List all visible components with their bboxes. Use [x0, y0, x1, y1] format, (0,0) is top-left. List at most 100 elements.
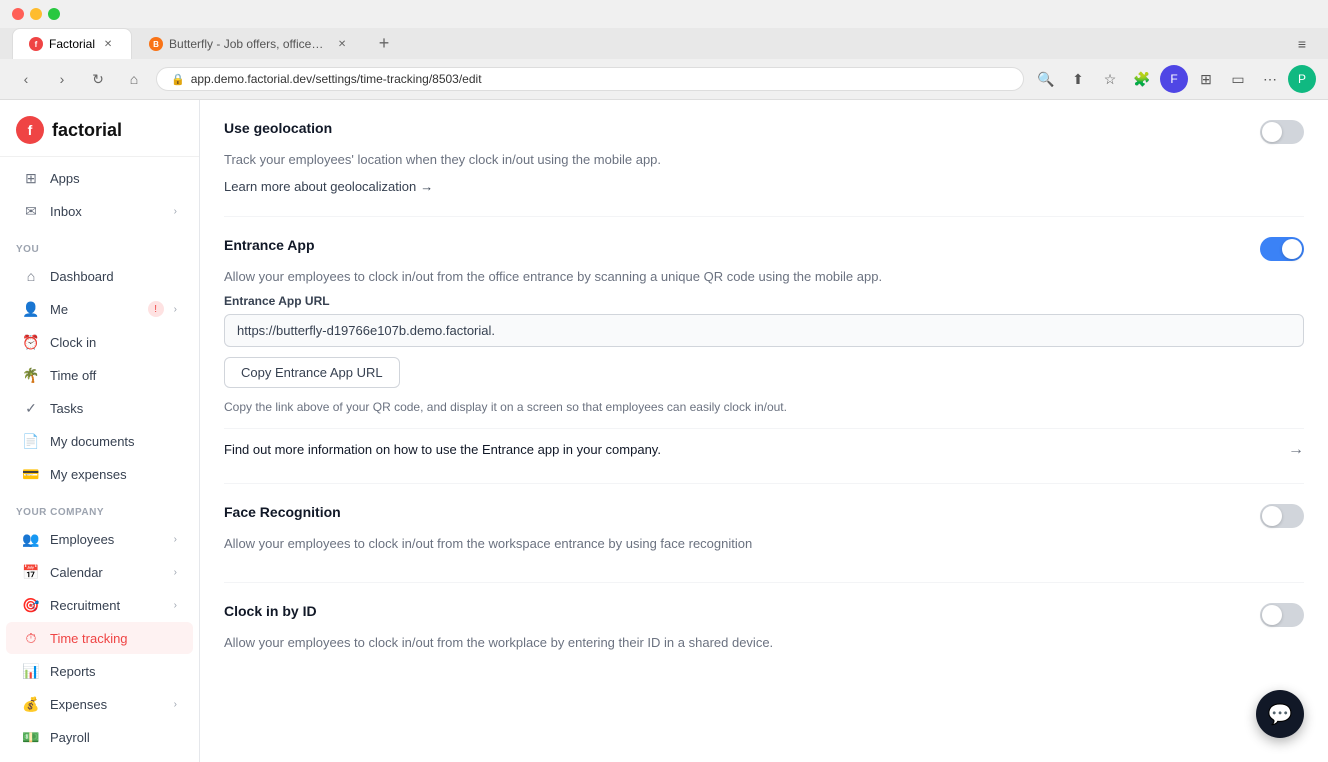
sidebar-item-my-documents[interactable]: 📄 My documents — [6, 425, 193, 457]
tab-butterfly-label: Butterfly - Job offers, offices a... — [169, 37, 329, 51]
sidebar-item-dashboard-label: Dashboard — [50, 269, 177, 284]
home-button[interactable]: ⌂ — [120, 65, 148, 93]
bookmark-icon[interactable]: ☆ — [1096, 65, 1124, 93]
clock-in-by-id-header: Clock in by ID — [224, 603, 1304, 627]
sidebar-item-tasks[interactable]: ✓ Tasks — [6, 392, 193, 424]
face-recognition-header: Face Recognition — [224, 504, 1304, 528]
settings-content: Use geolocation Track your employees' lo… — [200, 100, 1328, 680]
logo-text: factorial — [52, 120, 122, 141]
new-tab-button[interactable]: + — [370, 30, 398, 58]
maximize-window-button[interactable] — [48, 8, 60, 20]
geolocation-learn-more-link[interactable]: Learn more about geolocalization → — [224, 179, 433, 194]
face-recognition-toggle[interactable] — [1260, 504, 1304, 528]
address-bar[interactable]: 🔒 app.demo.factorial.dev/settings/time-t… — [156, 67, 1024, 91]
main-content: Use geolocation Track your employees' lo… — [200, 100, 1328, 762]
sidebar-item-documents[interactable]: 📁 Documents › — [6, 754, 193, 762]
sidebar-company-section: Your Company 👥 Employees › 📅 Calendar › … — [0, 495, 199, 762]
me-icon: 👤 — [22, 300, 40, 318]
tab-butterfly[interactable]: B Butterfly - Job offers, offices a... ✕ — [132, 28, 366, 59]
face-recognition-title: Face Recognition — [224, 504, 341, 520]
sidebar-item-apps-label: Apps — [50, 171, 177, 186]
forward-button[interactable]: › — [48, 65, 76, 93]
entrance-app-toggle[interactable] — [1260, 237, 1304, 261]
sidebar-item-apps[interactable]: ⊞ Apps — [6, 162, 193, 194]
sidebar-item-time-tracking[interactable]: ⏱ Time tracking — [6, 622, 193, 654]
search-icon[interactable]: 🔍 — [1032, 65, 1060, 93]
clock-in-by-id-title: Clock in by ID — [224, 603, 317, 619]
sidebar-item-inbox-label: Inbox — [50, 204, 164, 219]
my-documents-icon: 📄 — [22, 432, 40, 450]
svg-text:f: f — [28, 122, 33, 138]
sidebar-item-dashboard[interactable]: ⌂ Dashboard — [6, 260, 193, 292]
sidebar-item-reports[interactable]: 📊 Reports — [6, 655, 193, 687]
copy-entrance-app-url-button[interactable]: Copy Entrance App URL — [224, 357, 400, 388]
employees-icon: 👥 — [22, 530, 40, 548]
profile-avatar[interactable]: P — [1288, 65, 1316, 93]
entrance-app-url-input[interactable] — [224, 314, 1304, 347]
apps-icon: ⊞ — [22, 169, 40, 187]
back-button[interactable]: ‹ — [12, 65, 40, 93]
payroll-icon: 💵 — [22, 728, 40, 746]
geolocation-header: Use geolocation — [224, 120, 1304, 144]
sidebar-item-payroll-label: Payroll — [50, 730, 177, 745]
more-icon[interactable]: ⋯ — [1256, 65, 1284, 93]
reload-button[interactable]: ↻ — [84, 65, 112, 93]
time-tracking-icon: ⏱ — [22, 629, 40, 647]
chat-bubble-button[interactable]: 💬 — [1256, 690, 1304, 738]
sidebar-item-me-label: Me — [50, 302, 138, 317]
expenses-chevron: › — [174, 699, 177, 710]
sidebar-item-calendar[interactable]: 📅 Calendar › — [6, 556, 193, 588]
share-icon[interactable]: ⬆ — [1064, 65, 1092, 93]
sidebar-item-my-documents-label: My documents — [50, 434, 177, 449]
sidebar-item-clock-in-label: Clock in — [50, 335, 177, 350]
tab-factorial-close[interactable]: ✕ — [101, 37, 115, 51]
expenses-icon: 💰 — [22, 695, 40, 713]
toolbar-icons: 🔍 ⬆ ☆ 🧩 F ⊞ ▭ ⋯ P — [1032, 65, 1316, 93]
sidebar-item-employees[interactable]: 👥 Employees › — [6, 523, 193, 555]
company-section-label: Your Company — [0, 499, 199, 522]
entrance-app-header: Entrance App — [224, 237, 1304, 261]
face-recognition-setting: Face Recognition Allow your employees to… — [224, 484, 1304, 583]
clock-in-by-id-toggle-knob — [1262, 605, 1282, 625]
entrance-app-info-link[interactable]: Find out more information on how to use … — [224, 428, 1304, 463]
tab-factorial[interactable]: f Factorial ✕ — [12, 28, 132, 59]
copy-hint-text: Copy the link above of your QR code, and… — [224, 398, 1304, 416]
entrance-app-info-arrow: → — [1288, 441, 1304, 459]
clock-in-by-id-toggle[interactable] — [1260, 603, 1304, 627]
close-window-button[interactable] — [12, 8, 24, 20]
tab-bar: f Factorial ✕ B Butterfly - Job offers, … — [0, 28, 1328, 59]
sidebar: f factorial ⊞ Apps ✉ Inbox › You ⌂ Dashb… — [0, 100, 200, 762]
sidebar-item-time-off[interactable]: 🌴 Time off — [6, 359, 193, 391]
logo-container: f factorial — [16, 116, 183, 144]
my-expenses-icon: 💳 — [22, 465, 40, 483]
sidebar-toggle-icon[interactable]: ▭ — [1224, 65, 1252, 93]
minimize-window-button[interactable] — [30, 8, 42, 20]
sidebar-item-recruitment[interactable]: 🎯 Recruitment › — [6, 589, 193, 621]
entrance-app-description: Allow your employees to clock in/out fro… — [224, 267, 1304, 287]
clock-in-by-id-description: Allow your employees to clock in/out fro… — [224, 633, 1304, 653]
extensions-icon[interactable]: 🧩 — [1128, 65, 1156, 93]
reports-icon: 📊 — [22, 662, 40, 680]
grid-icon[interactable]: ⊞ — [1192, 65, 1220, 93]
url-field-label: Entrance App URL — [224, 294, 1304, 308]
sidebar-logo: f factorial — [0, 100, 199, 157]
sidebar-item-me[interactable]: 👤 Me ! › — [6, 293, 193, 325]
sidebar-item-my-expenses[interactable]: 💳 My expenses — [6, 458, 193, 490]
browser-menu-icon[interactable]: ≡ — [1288, 30, 1316, 58]
inbox-chevron: › — [174, 206, 177, 217]
calendar-chevron: › — [174, 567, 177, 578]
clock-in-icon: ⏰ — [22, 333, 40, 351]
sidebar-item-clock-in[interactable]: ⏰ Clock in — [6, 326, 193, 358]
sidebar-item-expenses-label: Expenses — [50, 697, 164, 712]
lock-icon: 🔒 — [171, 73, 185, 86]
entrance-app-info-text: Find out more information on how to use … — [224, 441, 661, 459]
you-section-label: You — [0, 236, 199, 259]
sidebar-item-expenses[interactable]: 💰 Expenses › — [6, 688, 193, 720]
tab-butterfly-close[interactable]: ✕ — [335, 37, 349, 51]
entrance-app-title: Entrance App — [224, 237, 315, 253]
geolocation-toggle[interactable] — [1260, 120, 1304, 144]
sidebar-item-inbox[interactable]: ✉ Inbox › — [6, 195, 193, 227]
face-recognition-toggle-knob — [1262, 506, 1282, 526]
sidebar-item-payroll[interactable]: 💵 Payroll — [6, 721, 193, 753]
profiles-icon[interactable]: F — [1160, 65, 1188, 93]
